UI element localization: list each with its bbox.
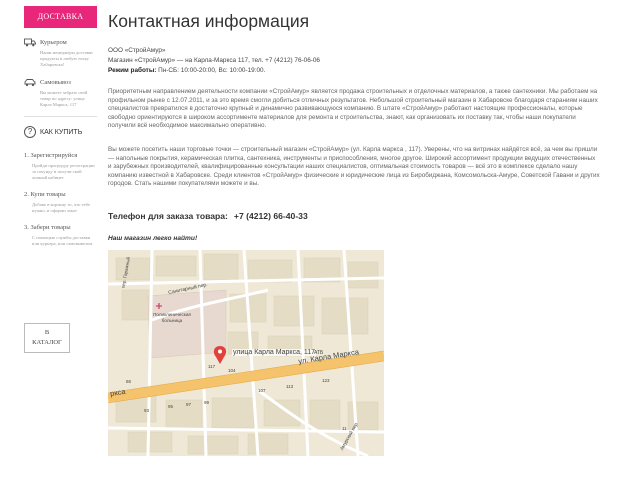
org-address: Магазин «СтройАмур» — на Карла-Маркса 11… xyxy=(108,57,320,64)
car-icon xyxy=(24,79,36,87)
hours-label: Режим работы: xyxy=(108,67,157,74)
step-buy: 2. Купи товары Добавь в корзину то, что … xyxy=(24,191,97,214)
step-desc: С помощью службы доставки или курьера, и… xyxy=(32,235,93,246)
order-phone: Телефон для заказа товара: +7 (4212) 66-4… xyxy=(108,211,308,221)
truck-icon xyxy=(24,38,36,47)
house-number: 113 xyxy=(286,384,294,389)
step-desc: Пройди процедуру регистрации за секунду … xyxy=(32,163,95,180)
pickup-title: Самовывоз xyxy=(40,79,71,86)
hospital-label: Поликлиническая больница xyxy=(153,312,191,323)
house-number: 107 xyxy=(258,388,266,393)
house-number: 95 xyxy=(168,404,174,409)
house-number: 97 xyxy=(186,402,192,407)
stores-paragraph: Вы можете посетить наши торговые точки —… xyxy=(108,146,600,188)
sidebar-divider xyxy=(24,116,97,117)
house-number: 117 xyxy=(208,364,216,369)
work-hours: Режим работы: Пн-СБ: 10:00-20:00, Вс: 10… xyxy=(108,66,320,76)
delivery-option-pickup[interactable]: Самовывоз Вы можете забрать свой товар п… xyxy=(24,78,97,108)
catalog-button-line2: КАТАЛОГ xyxy=(32,339,62,346)
step-register: 1. Зарегистрируйся Пройди процедуру реги… xyxy=(24,152,97,181)
store-map[interactable]: улица Карла Маркса, 117 ул. Карла Маркса… xyxy=(108,250,384,456)
house-number: 99 xyxy=(204,400,210,405)
location-marker-icon xyxy=(213,346,227,364)
about-paragraph: Приоритетным направлением деятельности к… xyxy=(108,88,598,130)
step-desc: Добавь в корзину то, что тебе нужно, и о… xyxy=(32,202,90,213)
how-to-buy-label: КАК КУПИТЬ xyxy=(40,128,83,136)
house-number: 11 xyxy=(342,426,347,431)
phone-label: Телефон для заказа товара: xyxy=(108,211,228,221)
house-number: 86 xyxy=(126,379,132,384)
atb-label: АТБ xyxy=(314,350,324,356)
delivery-option-courier[interactable]: Курьером Наши менеджеры доставят продукт… xyxy=(24,38,97,68)
catalog-button-line1: В xyxy=(44,329,50,336)
how-to-buy-heading: ? КАК КУПИТЬ xyxy=(24,126,97,138)
delivery-button[interactable]: ДОСТАВКА xyxy=(24,6,97,28)
step-title: 1. Зарегистрируйся xyxy=(24,152,78,159)
step-pickup: 3. Забери товары С помощью службы достав… xyxy=(24,224,97,247)
catalog-button[interactable]: В КАТАЛОГ xyxy=(24,323,70,353)
step-title: 2. Купи товары xyxy=(24,191,66,198)
question-icon: ? xyxy=(24,126,36,138)
house-number: 93 xyxy=(144,408,150,413)
pickup-desc: Вы можете забрать свой товар по адресу: … xyxy=(40,90,88,107)
page-title: Контактная информация xyxy=(108,11,310,31)
hours-value: Пн-СБ: 10:00-20:00, Вс: 10:00-19:00. xyxy=(156,67,266,74)
house-number: 104 xyxy=(228,368,236,373)
house-number: 123 xyxy=(322,378,330,383)
org-name: ООО «СтройАмур» xyxy=(108,47,166,54)
courier-desc: Наши менеджеры доставят продукты в любую… xyxy=(40,50,94,67)
phone-number[interactable]: +7 (4212) 66-40-33 xyxy=(234,211,308,221)
courier-title: Курьером xyxy=(40,39,67,46)
step-title: 3. Забери товары xyxy=(24,224,71,231)
sidebar: ДОСТАВКА Курьером Наши менеджеры доставя… xyxy=(24,6,97,247)
find-us-text: Наш магазин легко найти! xyxy=(108,235,198,242)
org-info: ООО «СтройАмур» Магазин «СтройАмур» — на… xyxy=(108,46,320,76)
